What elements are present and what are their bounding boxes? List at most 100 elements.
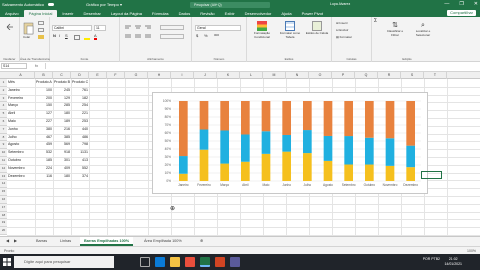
table-cell[interactable]: 532 bbox=[36, 149, 53, 157]
row-header[interactable]: 15 bbox=[0, 188, 7, 196]
menu-tab[interactable]: Fórmulas bbox=[147, 10, 174, 17]
font-color-icon[interactable]: A bbox=[94, 34, 97, 40]
row-header[interactable]: 5 bbox=[0, 110, 7, 118]
table-cell[interactable]: Maio bbox=[8, 118, 35, 126]
menu-tab[interactable]: Arquivo bbox=[0, 10, 24, 17]
row-header[interactable]: 12 bbox=[0, 164, 7, 173]
undo-icon[interactable] bbox=[5, 23, 14, 30]
row-header[interactable]: 6 bbox=[0, 118, 7, 126]
chart-bar-segment[interactable] bbox=[199, 129, 209, 150]
column-header[interactable]: D bbox=[71, 72, 89, 79]
row-header[interactable]: 20 bbox=[0, 227, 7, 235]
row-header[interactable]: 16 bbox=[0, 196, 7, 204]
table-cell[interactable]: 467 bbox=[36, 134, 53, 142]
row-header[interactable]: 1 bbox=[0, 79, 7, 87]
table-cell[interactable]: Agosto bbox=[8, 141, 35, 149]
row-header[interactable]: 8 bbox=[0, 133, 7, 142]
table-cell[interactable]: Dezembro bbox=[8, 173, 35, 181]
table-cell[interactable]: Abril bbox=[8, 110, 35, 118]
column-header[interactable]: L bbox=[240, 72, 263, 79]
user-name[interactable]: Lupa Alvarez bbox=[330, 0, 350, 9]
input-language[interactable]: POR PTB2 bbox=[423, 254, 440, 262]
chart-bar-segment[interactable] bbox=[302, 101, 312, 131]
font-name-select[interactable]: Calibri bbox=[52, 25, 92, 31]
column-header[interactable]: S bbox=[401, 72, 424, 79]
table-cell[interactable]: 150 bbox=[36, 102, 53, 110]
row-header[interactable]: 10 bbox=[0, 149, 7, 157]
table-cell[interactable]: 129 bbox=[54, 95, 71, 103]
column-header[interactable]: H bbox=[148, 72, 171, 79]
table-cell[interactable]: 224 bbox=[36, 165, 53, 173]
title-search-box[interactable]: Pesquisar (Alt+Q) bbox=[190, 1, 270, 8]
chart-bar-segment[interactable] bbox=[344, 136, 354, 165]
chart-bar-segment[interactable] bbox=[302, 130, 312, 154]
table-cell[interactable]: 227 bbox=[36, 118, 53, 126]
add-sheet-icon[interactable]: ⊕ bbox=[196, 237, 207, 246]
table-cell[interactable]: 301 bbox=[54, 157, 71, 165]
fill-color-icon[interactable] bbox=[84, 35, 90, 40]
table-cell[interactable]: 918 bbox=[54, 149, 71, 157]
row-header[interactable]: 13 bbox=[0, 172, 7, 181]
borders-icon[interactable] bbox=[74, 35, 80, 40]
menu-tab[interactable]: Ajuda bbox=[276, 10, 296, 17]
windows-start-icon[interactable] bbox=[3, 258, 11, 266]
table-cell[interactable]: 413 bbox=[72, 157, 89, 165]
table-cell[interactable]: 253 bbox=[72, 118, 89, 126]
cut-icon[interactable] bbox=[38, 21, 44, 25]
column-header[interactable]: T bbox=[424, 72, 447, 79]
share-button[interactable]: Compartilhar bbox=[447, 10, 476, 16]
column-header[interactable]: A bbox=[7, 72, 35, 79]
formula-input[interactable] bbox=[45, 63, 475, 69]
task-view-icon[interactable] bbox=[140, 257, 150, 267]
chart-bar-segment[interactable] bbox=[364, 101, 374, 138]
table-cell[interactable]: Produto B bbox=[54, 79, 71, 87]
underline-icon[interactable]: S bbox=[65, 34, 68, 38]
row-header[interactable]: 18 bbox=[0, 211, 7, 220]
autosum-icon[interactable]: Σ bbox=[374, 19, 377, 24]
table-cell[interactable]: Produto C bbox=[72, 79, 89, 87]
column-header[interactable]: J bbox=[194, 72, 217, 79]
table-cell[interactable]: 486 bbox=[72, 134, 89, 142]
chart-bar-segment[interactable] bbox=[323, 101, 333, 136]
number-format-select[interactable]: Geral bbox=[195, 25, 241, 31]
table-cell[interactable]: Produto A bbox=[36, 79, 53, 87]
format-painter-icon[interactable] bbox=[38, 35, 44, 39]
next-sheet-icon[interactable]: ▶ bbox=[10, 237, 21, 246]
chart-bar-segment[interactable] bbox=[344, 101, 354, 137]
table-cell[interactable]: 552 bbox=[72, 165, 89, 173]
table-cell[interactable]: 385 bbox=[54, 134, 71, 142]
chart-bar-segment[interactable] bbox=[240, 134, 250, 162]
powerpoint-icon[interactable] bbox=[215, 257, 225, 267]
column-header[interactable]: C bbox=[53, 72, 71, 79]
cell-styles-button[interactable]: Estilos de Célula bbox=[305, 21, 329, 36]
thousands-icon[interactable]: 000 bbox=[214, 33, 219, 38]
column-header[interactable]: Q bbox=[355, 72, 378, 79]
maximize-button[interactable]: ❐ bbox=[459, 0, 463, 9]
chart-bar-segment[interactable] bbox=[364, 164, 374, 181]
table-cell[interactable]: 254 bbox=[72, 102, 89, 110]
table-cell[interactable]: 569 bbox=[54, 141, 71, 149]
row-header[interactable]: 19 bbox=[0, 219, 7, 228]
menu-tab[interactable]: Desenvolvedor bbox=[240, 10, 277, 17]
chart-bar-segment[interactable] bbox=[178, 173, 188, 181]
taskbar-search[interactable]: Digite aqui para pesquisar bbox=[14, 256, 114, 268]
chart-bar-segment[interactable] bbox=[261, 153, 271, 181]
app-icon[interactable] bbox=[230, 257, 240, 267]
excel-taskbar-icon[interactable] bbox=[200, 257, 210, 267]
row-header[interactable]: 9 bbox=[0, 141, 7, 150]
menu-tab[interactable]: Dados bbox=[174, 10, 196, 17]
column-header[interactable]: P bbox=[332, 72, 355, 79]
bold-icon[interactable]: N bbox=[53, 34, 56, 38]
fx-icon[interactable]: fx bbox=[35, 62, 38, 70]
column-header[interactable]: O bbox=[309, 72, 332, 79]
chart-bar-segment[interactable] bbox=[261, 101, 271, 132]
autosave-toggle[interactable] bbox=[48, 3, 55, 6]
chart-bar-segment[interactable] bbox=[385, 101, 395, 139]
row-header[interactable]: 14 bbox=[0, 180, 7, 189]
menu-tab[interactable]: Desenhar bbox=[78, 10, 105, 17]
column-header[interactable]: N bbox=[286, 72, 309, 79]
menu-tab[interactable]: Power Pivot bbox=[297, 10, 328, 17]
row-header[interactable]: 2 bbox=[0, 86, 7, 95]
table-cell[interactable]: 380 bbox=[36, 126, 53, 134]
wrap-text-icon[interactable] bbox=[160, 25, 184, 30]
